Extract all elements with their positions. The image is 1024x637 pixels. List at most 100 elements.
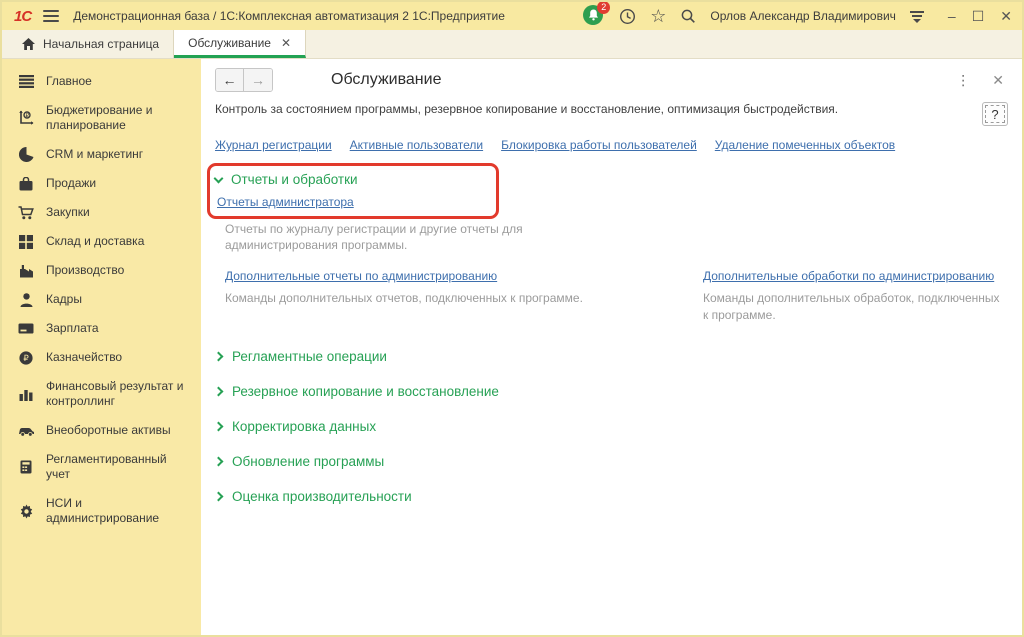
tab-home-label: Начальная страница xyxy=(43,37,159,51)
ruble-coin-icon: ₽ xyxy=(17,351,35,365)
svg-text:₽: ₽ xyxy=(26,113,30,119)
tab-home[interactable]: Начальная страница xyxy=(8,30,174,58)
minimize-button[interactable]: – xyxy=(948,9,956,23)
cart-icon xyxy=(17,206,35,220)
sidebar-item-label: Главное xyxy=(46,74,92,89)
window-title: Демонстрационная база / 1С:Комплексная а… xyxy=(73,9,505,23)
home-icon xyxy=(22,38,35,50)
budget-chart-icon: ₽ xyxy=(17,110,35,126)
link-admin-reports[interactable]: Отчеты администратора xyxy=(217,195,354,209)
chevron-down-icon xyxy=(214,173,224,183)
sidebar-item-assets[interactable]: Внеоборотные активы xyxy=(2,416,201,445)
forward-button[interactable]: → xyxy=(244,69,272,91)
sidebar-item-glavnoe[interactable]: Главное xyxy=(2,67,201,96)
maximize-button[interactable]: ☐ xyxy=(972,9,985,23)
title-bar: 1С Демонстрационная база / 1С:Комплексна… xyxy=(2,2,1022,30)
bag-icon xyxy=(17,177,35,191)
additional-processing-description: Команды дополнительных обработок, подклю… xyxy=(703,290,1008,322)
section-title: Корректировка данных xyxy=(232,419,376,434)
sidebar-item-label: Бюджетирование и планирование xyxy=(46,103,193,133)
sidebar-item-finresult[interactable]: Финансовый результат и контроллинг xyxy=(2,372,201,416)
section-title: Регламентные операции xyxy=(232,349,387,364)
chevron-right-icon xyxy=(214,456,224,466)
link-additional-processing[interactable]: Дополнительные обработки по администриро… xyxy=(703,269,994,283)
notifications-button[interactable]: 2 xyxy=(583,5,605,27)
link-delete-marked[interactable]: Удаление помеченных объектов xyxy=(715,138,895,152)
section-reports-processing: Отчеты и обработки Отчеты администратора xyxy=(215,170,364,215)
chevron-right-icon xyxy=(214,491,224,501)
section-scheduled-operations[interactable]: Регламентные операции xyxy=(215,349,1008,364)
sidebar-item-label: Регламентированный учет xyxy=(46,452,193,482)
section-data-correction[interactable]: Корректировка данных xyxy=(215,419,1008,434)
section-header-reports[interactable]: Отчеты и обработки xyxy=(215,172,358,187)
sidebar-item-label: Закупки xyxy=(46,205,90,220)
sidebar-item-payroll[interactable]: Зарплата xyxy=(2,314,201,343)
panel-header: ← → Обслуживание ⋮ ✕ xyxy=(201,59,1022,98)
history-icon[interactable] xyxy=(619,8,636,25)
link-additional-reports[interactable]: Дополнительные отчеты по администрирован… xyxy=(225,269,497,283)
section-title: Отчеты и обработки xyxy=(231,172,358,187)
additional-reports-description: Команды дополнительных отчетов, подключе… xyxy=(225,290,693,306)
sidebar-item-crm[interactable]: CRM и маркетинг xyxy=(2,140,201,169)
collapsed-sections: Регламентные операции Резервное копирова… xyxy=(201,323,1022,504)
more-menu-icon[interactable]: ⋮ xyxy=(956,72,970,89)
person-icon xyxy=(17,293,35,307)
1c-logo: 1С xyxy=(14,8,31,25)
link-user-lock[interactable]: Блокировка работы пользователей xyxy=(501,138,697,152)
chevron-right-icon xyxy=(214,351,224,361)
close-panel-icon[interactable]: ✕ xyxy=(992,72,1004,89)
page-title: Обслуживание xyxy=(331,71,441,89)
sidebar-item-label: Кадры xyxy=(46,292,82,307)
bar-chart-icon xyxy=(17,388,35,401)
sidebar-item-purchases[interactable]: Закупки xyxy=(2,198,201,227)
calculator-icon xyxy=(17,460,35,474)
sidebar-item-label: Казначейство xyxy=(46,350,122,365)
sidebar-item-production[interactable]: Производство xyxy=(2,256,201,285)
warehouse-grid-icon xyxy=(17,235,35,249)
section-performance-evaluation[interactable]: Оценка производительности xyxy=(215,489,1008,504)
current-user[interactable]: Орлов Александр Владимирович xyxy=(710,9,896,23)
link-active-users[interactable]: Активные пользователи xyxy=(350,138,483,152)
chevron-right-icon xyxy=(214,421,224,431)
section-backup-restore[interactable]: Резервное копирование и восстановление xyxy=(215,384,1008,399)
section-title: Оценка производительности xyxy=(232,489,412,504)
sidebar-item-label: Продажи xyxy=(46,176,96,191)
sidebar-item-hr[interactable]: Кадры xyxy=(2,285,201,314)
sidebar-item-regulated[interactable]: Регламентированный учет xyxy=(2,445,201,489)
tab-close-icon[interactable]: ✕ xyxy=(281,36,291,50)
admin-reports-description: Отчеты по журналу регистрации и другие о… xyxy=(225,221,525,253)
section-title: Обновление программы xyxy=(232,454,384,469)
favorites-star-icon[interactable]: ☆ xyxy=(650,7,666,25)
sidebar-item-sales[interactable]: Продажи xyxy=(2,169,201,198)
search-icon[interactable] xyxy=(680,8,696,24)
chevron-right-icon xyxy=(214,386,224,396)
tab-bar: Начальная страница Обслуживание ✕ xyxy=(2,30,1022,59)
pie-chart-icon xyxy=(17,147,35,162)
sidebar-item-budgeting[interactable]: ₽ Бюджетирование и планирование xyxy=(2,96,201,140)
sidebar-item-admin[interactable]: НСИ и администрирование xyxy=(2,489,201,533)
sidebar-item-label: Производство xyxy=(46,263,124,278)
main-menu-icon[interactable] xyxy=(43,10,59,22)
sidebar-item-warehouse[interactable]: Склад и доставка xyxy=(2,227,201,256)
list-icon xyxy=(17,75,35,88)
close-window-button[interactable]: ✕ xyxy=(1000,9,1012,23)
help-button[interactable]: ? xyxy=(982,102,1008,126)
svg-text:₽: ₽ xyxy=(23,353,29,363)
sidebar-item-label: CRM и маркетинг xyxy=(46,147,143,162)
tab-maintenance[interactable]: Обслуживание ✕ xyxy=(174,30,306,58)
gear-icon xyxy=(17,504,35,519)
payment-card-icon xyxy=(17,323,35,334)
sidebar-item-label: Зарплата xyxy=(46,321,99,336)
sidebar-item-treasury[interactable]: ₽ Казначейство xyxy=(2,343,201,372)
section-program-update[interactable]: Обновление программы xyxy=(215,454,1008,469)
car-icon xyxy=(17,425,35,437)
section-title: Резервное копирование и восстановление xyxy=(232,384,499,399)
back-button[interactable]: ← xyxy=(216,69,244,91)
notification-badge: 2 xyxy=(597,1,610,14)
link-event-log[interactable]: Журнал регистрации xyxy=(215,138,332,152)
tab-maintenance-label: Обслуживание xyxy=(188,36,271,50)
maintenance-panel: ← → Обслуживание ⋮ ✕ Контроль за состоян… xyxy=(201,59,1022,635)
service-settings-icon[interactable] xyxy=(910,9,924,23)
sidebar-item-label: Склад и доставка xyxy=(46,234,144,249)
sidebar-item-label: НСИ и администрирование xyxy=(46,496,193,526)
